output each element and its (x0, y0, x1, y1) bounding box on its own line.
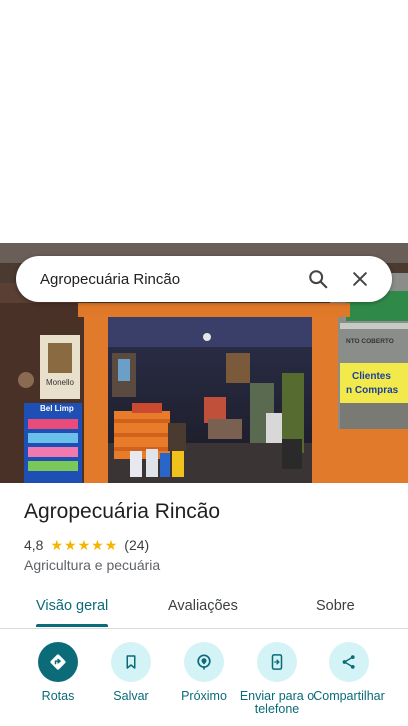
monello-sign: Monello (46, 378, 75, 387)
map-area[interactable] (0, 0, 408, 243)
send-to-phone-label: Enviar para o telefone (239, 689, 315, 716)
tab-bar: Visão geral Avaliações Sobre (0, 584, 408, 629)
save-label: Salvar (113, 689, 149, 703)
nearby-icon (184, 642, 224, 682)
bookmark-icon (111, 642, 151, 682)
star-icon: ★ (77, 537, 91, 553)
directions-button[interactable]: Rotas (18, 642, 98, 703)
share-button[interactable]: Compartilhar (309, 642, 389, 703)
directions-icon (38, 642, 78, 682)
close-icon[interactable] (342, 261, 378, 297)
rating-row[interactable]: 4,8 ★ ★ ★ ★ ★ (24) (24, 536, 149, 554)
search-icon[interactable] (300, 261, 336, 297)
place-category: Agricultura e pecuária (24, 557, 161, 573)
share-label: Compartilhar (313, 689, 385, 703)
tab-reviews[interactable]: Avaliações (168, 584, 238, 628)
rating-stars: ★ ★ ★ ★ ★ (50, 538, 118, 552)
nearby-button[interactable]: Próximo (164, 642, 244, 703)
nearby-label: Próximo (181, 689, 227, 703)
bel-limp-sign: Bel Limp (40, 404, 74, 413)
place-title: Agropecuária Rincão (24, 500, 221, 523)
star-icon: ★ (104, 537, 118, 553)
star-icon: ★ (91, 537, 104, 553)
save-button[interactable]: Salvar (91, 642, 171, 703)
share-icon (329, 642, 369, 682)
search-input[interactable]: Agropecuária Rincão (40, 271, 294, 288)
star-icon: ★ (64, 537, 77, 553)
tab-about[interactable]: Sobre (316, 584, 355, 628)
banner-top-text: NTO COBERTO (346, 338, 394, 345)
banner-line2: n Compras (346, 385, 399, 396)
banner-line1: Clientes (352, 371, 391, 382)
rating-value: 4,8 (24, 537, 44, 553)
search-bar[interactable]: Agropecuária Rincão (16, 256, 392, 302)
tab-overview[interactable]: Visão geral (36, 584, 108, 628)
send-to-phone-button[interactable]: Enviar para o telefone (237, 642, 317, 716)
send-to-phone-icon (257, 642, 297, 682)
directions-label: Rotas (41, 689, 75, 703)
star-icon: ★ (50, 537, 64, 553)
tab-active-indicator (36, 624, 108, 627)
review-count: (24) (124, 537, 150, 553)
